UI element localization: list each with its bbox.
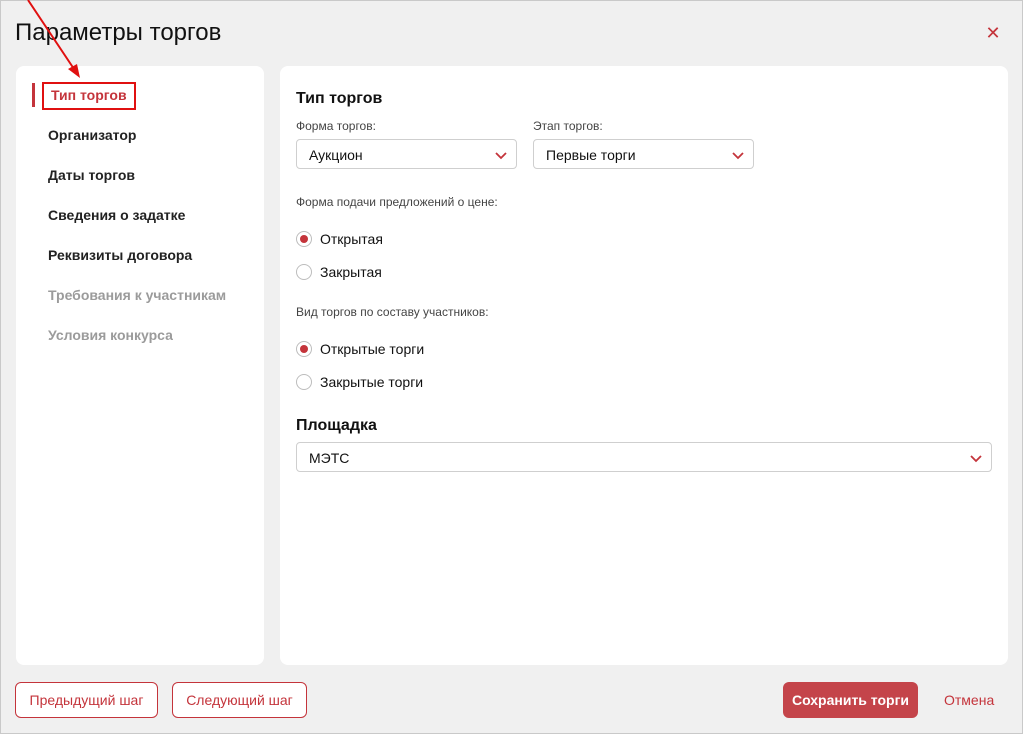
radio-price-closed[interactable]: Закрытая [296,263,416,283]
prev-step-button[interactable]: Предыдущий шаг [15,682,158,718]
radio-label: Открытые торги [320,341,425,357]
sidebar-nav: Тип торгов Организатор Даты торгов Сведе… [16,66,264,665]
stage-select-value: Первые торги [546,147,636,163]
radio-button[interactable] [296,341,312,357]
radio-label: Закрытая [320,264,382,280]
chevron-down-icon [970,455,982,463]
price-form-label: Форма подачи предложений о цене: [296,195,498,209]
sidebar-item-organizer[interactable]: Организатор [48,127,136,143]
platform-select[interactable]: МЭТС [296,442,992,472]
cancel-button[interactable]: Отмена [944,692,994,708]
chevron-down-icon [495,152,507,160]
radio-price-open[interactable]: Открытая [296,230,416,250]
main-panel: Тип торгов Форма торгов: Аукцион Этап то… [280,66,1008,665]
save-button[interactable]: Сохранить торги [783,682,918,718]
active-indicator [32,83,35,107]
close-icon[interactable]: ✕ [983,23,1003,43]
section-title: Тип торгов [296,90,383,107]
platform-select-value: МЭТС [309,450,350,466]
form-select-value: Аукцион [309,147,363,163]
form-select[interactable]: Аукцион [296,139,517,169]
sidebar-item-contest-terms: Условия конкурса [48,327,173,343]
radio-button[interactable] [296,264,312,280]
radio-participants-closed[interactable]: Закрытые торги [296,373,456,393]
sidebar-item-contract[interactable]: Реквизиты договора [48,247,192,263]
radio-label: Открытая [320,231,383,247]
stage-select[interactable]: Первые торги [533,139,754,169]
next-step-button[interactable]: Следующий шаг [172,682,307,718]
platform-title: Площадка [296,417,377,434]
radio-button[interactable] [296,374,312,390]
sidebar-item-dates[interactable]: Даты торгов [48,167,135,183]
participants-label: Вид торгов по составу участников: [296,305,489,319]
sidebar-item-requirements: Требования к участникам [48,287,227,303]
radio-button[interactable] [296,231,312,247]
form-label: Форма торгов: [296,119,376,133]
chevron-down-icon [732,152,744,160]
modal-title: Параметры торгов [15,19,222,46]
stage-label: Этап торгов: [533,119,603,133]
radio-label: Закрытые торги [320,374,424,390]
modal-dialog: Параметры торгов ✕ Тип торгов Организато… [0,0,1023,734]
radio-participants-open[interactable]: Открытые торги [296,340,456,360]
sidebar-item-trade-type[interactable]: Тип торгов [51,87,127,103]
sidebar-item-deposit[interactable]: Сведения о задатке [48,207,185,223]
